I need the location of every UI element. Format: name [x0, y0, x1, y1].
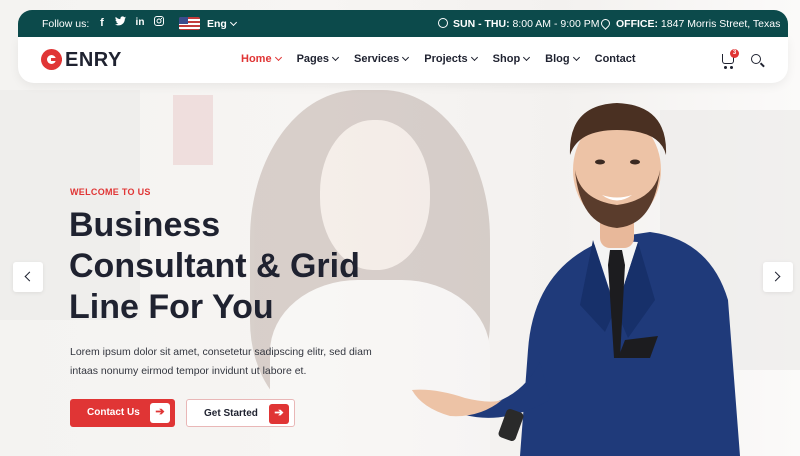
clock-icon: [438, 18, 448, 28]
cart-wheel: [730, 66, 733, 69]
nav-item-home[interactable]: Home: [241, 53, 282, 65]
hero-description: Lorem ipsum dolor sit amet, consetetur s…: [70, 346, 372, 377]
contact-us-button[interactable]: Contact Us ➔: [70, 399, 175, 427]
slider-prev-button[interactable]: [13, 262, 43, 292]
location-pin-icon: [599, 17, 612, 30]
nav-item-services[interactable]: Services: [354, 53, 410, 65]
chevron-right-icon: [770, 271, 781, 282]
nav-item-contact[interactable]: Contact: [595, 53, 636, 65]
nav-item-blog[interactable]: Blog: [545, 53, 580, 65]
office-address: OFFICE: 1847 Morris Street, Texas: [599, 17, 780, 30]
language-selector[interactable]: Eng: [207, 18, 237, 30]
logo-mark-icon: [41, 49, 62, 70]
cart-count-badge: 3: [730, 49, 739, 58]
hero-eyebrow: WELCOME TO US: [70, 187, 151, 197]
main-navbar: ENRY Home Pages Services Projects Shop B…: [18, 37, 788, 83]
nav-item-projects[interactable]: Projects: [424, 53, 478, 65]
business-hours: SUN - THU: 8:00 AM - 9:00 PM: [438, 18, 599, 30]
nav-item-pages[interactable]: Pages: [297, 53, 340, 65]
chevron-left-icon: [24, 271, 35, 282]
arrow-right-icon: ➔: [150, 403, 170, 423]
arrow-right-icon: ➔: [269, 404, 289, 424]
businessman-image: [412, 103, 740, 456]
top-bar: Follow us: f in Eng SUN - THU: 8:00 AM -…: [18, 10, 788, 37]
linkedin-icon[interactable]: in: [132, 15, 148, 31]
search-icon[interactable]: [751, 54, 761, 64]
hero-headline: Business Consultant & Grid Line For You: [69, 206, 360, 326]
get-started-button[interactable]: Get Started ➔: [186, 399, 295, 427]
us-flag-icon[interactable]: [179, 17, 200, 30]
primary-nav: Home Pages Services Projects Shop Blog C…: [241, 53, 652, 65]
facebook-icon[interactable]: f: [94, 15, 110, 31]
cart-wheel: [724, 66, 727, 69]
twitter-icon[interactable]: [112, 15, 128, 31]
slider-next-button[interactable]: [763, 262, 793, 292]
follow-us-label: Follow us:: [42, 18, 90, 30]
background-decor: [173, 95, 213, 165]
chevron-down-icon: [229, 18, 237, 27]
instagram-icon[interactable]: [151, 15, 167, 31]
nav-item-shop[interactable]: Shop: [493, 53, 531, 65]
